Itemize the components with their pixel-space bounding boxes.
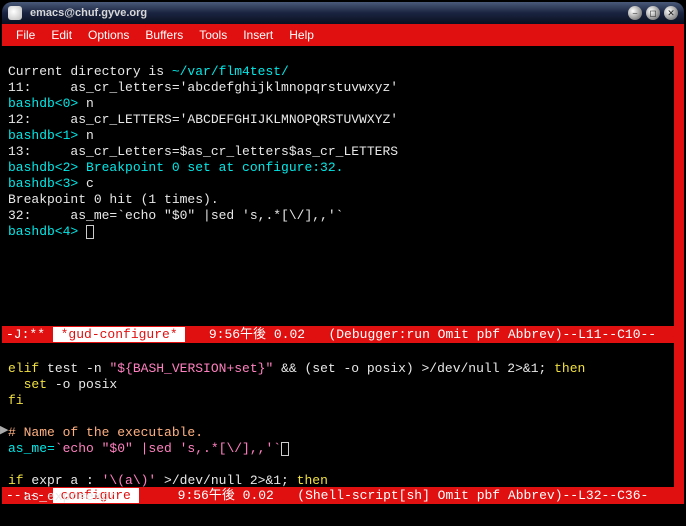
titlebar: emacs@chuf.gyve.org ⎯ ◻ ✕ [2, 2, 684, 24]
buffer-name: *gud-configure* [53, 327, 186, 342]
kw: elif [8, 361, 39, 376]
menu-file[interactable]: File [10, 26, 41, 44]
modeline-info: 9:56午後 0.02 (Debugger:run Omit pbf Abbre… [185, 327, 656, 342]
text: test -n [39, 361, 109, 376]
minibuffer[interactable] [2, 504, 684, 526]
menu-tools[interactable]: Tools [193, 26, 233, 44]
close-button[interactable]: ✕ [664, 6, 678, 20]
var: as_me= [8, 441, 55, 456]
cursor-icon [86, 225, 94, 239]
prompt: bashdb<3> [8, 176, 78, 191]
comment: # Name of the executable. [8, 425, 203, 440]
text: 32: as_me=`echo "$0" |sed 's,.*[\/],,'` [8, 208, 343, 223]
kw: if [8, 473, 24, 488]
text: -o posix [47, 377, 117, 392]
app-icon [8, 6, 22, 20]
string: '\(a\)' [102, 473, 157, 488]
input: n [78, 128, 94, 143]
menu-options[interactable]: Options [82, 26, 135, 44]
menu-edit[interactable]: Edit [45, 26, 78, 44]
prompt: bashdb<1> [8, 128, 78, 143]
cursor-icon [281, 442, 289, 456]
text: 11: as_cr_letters='abcdefghijklmnopqrstu… [8, 80, 398, 95]
string: `echo "$0" |sed 's,.*[\/],,'` [55, 441, 281, 456]
minimize-button[interactable]: ⎯ [628, 6, 642, 20]
input: n [78, 96, 94, 111]
text: as_expr=expr [8, 489, 117, 504]
window-title: emacs@chuf.gyve.org [30, 7, 624, 19]
menu-buffers[interactable]: Buffers [139, 26, 189, 44]
input: c [78, 176, 94, 191]
kw: then [297, 473, 328, 488]
gutter-arrow-icon: ▶ [0, 423, 8, 439]
text: >/dev/null 2>&1; [156, 473, 296, 488]
menu-help[interactable]: Help [283, 26, 320, 44]
text-path: ~/var/flm4test/ [172, 64, 289, 79]
maximize-button[interactable]: ◻ [646, 6, 660, 20]
text: && (set -o posix) >/dev/null 2>&1; [273, 361, 554, 376]
prompt: bashdb<4> [8, 224, 86, 239]
text: 13: as_cr_Letters=$as_cr_letters$as_cr_L… [8, 144, 398, 159]
prompt: bashdb<2> Breakpoint 0 set at configure:… [8, 160, 343, 175]
kw: then [554, 361, 585, 376]
modeline-info: 9:56午後 0.02 (Shell-script[sh] Omit pbf A… [139, 488, 649, 503]
source-pane[interactable]: elif test -n "${BASH_VERSION+set}" && (s… [2, 343, 684, 487]
debugger-pane[interactable]: Current directory is ~/var/flm4test/ 11:… [2, 46, 684, 326]
menu-insert[interactable]: Insert [237, 26, 279, 44]
kw: set [8, 377, 47, 392]
text: Current directory is [8, 64, 172, 79]
modeline-debugger[interactable]: -J:** *gud-configure* 9:56午後 0.02 (Debug… [2, 326, 684, 343]
modeline-flags: -J:** [6, 327, 53, 342]
text: expr a : [24, 473, 102, 488]
prompt: bashdb<0> [8, 96, 78, 111]
menubar: File Edit Options Buffers Tools Insert H… [2, 24, 684, 46]
string: "${BASH_VERSION+set}" [109, 361, 273, 376]
kw: fi [8, 393, 24, 408]
text: 12: as_cr_LETTERS='ABCDEFGHIJKLMNOPQRSTU… [8, 112, 398, 127]
text: Breakpoint 0 hit (1 times). [8, 192, 219, 207]
